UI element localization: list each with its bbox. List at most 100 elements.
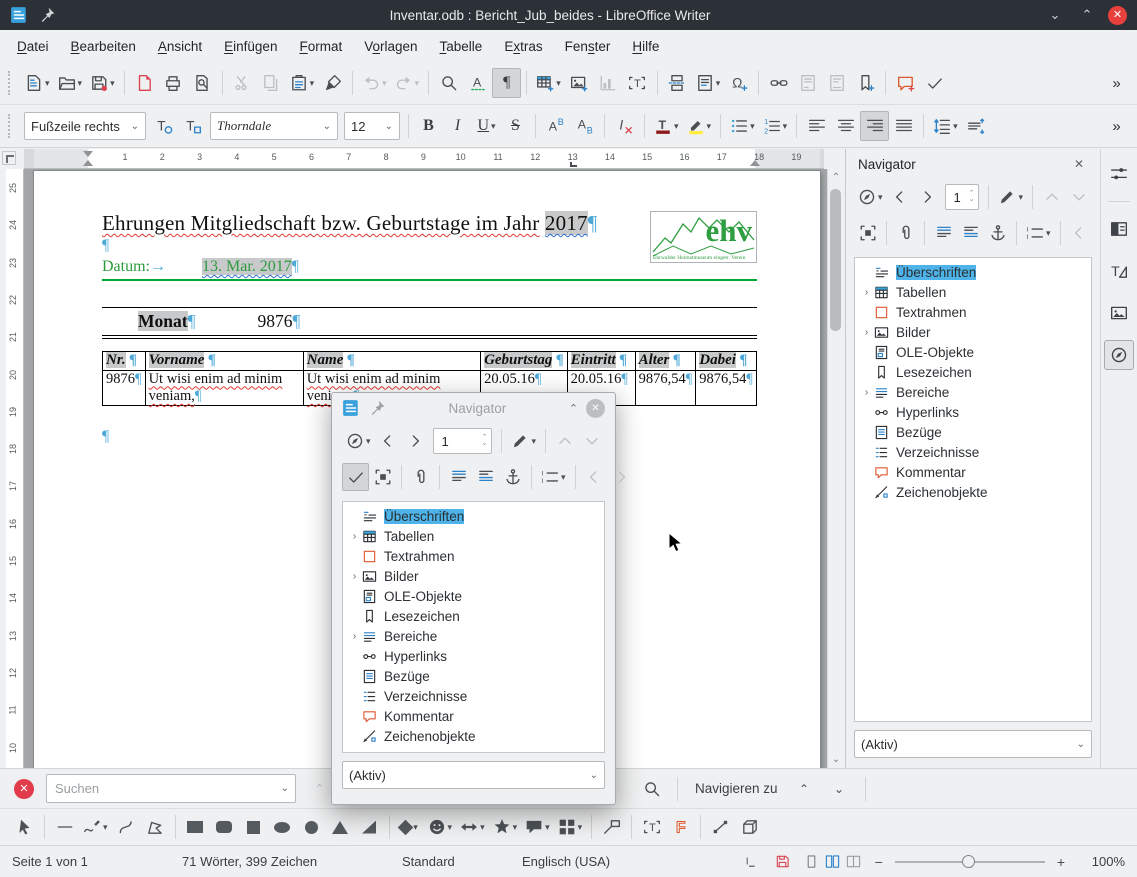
insert-textbox-draw-button[interactable]: T	[637, 812, 666, 842]
column-header[interactable]: Eintritt	[567, 352, 635, 371]
table-cell[interactable]: 9876	[103, 370, 146, 405]
date-field[interactable]: 13. Mar. 2017	[202, 258, 292, 275]
update-style-button[interactable]: T	[149, 111, 178, 141]
italic-button[interactable]: I	[443, 111, 472, 141]
minimize-button[interactable]: ⌄	[1044, 7, 1066, 23]
expander-icon[interactable]: ›	[347, 571, 362, 582]
tree-item-drawobjects[interactable]: Zeichenobjekte	[857, 482, 1089, 502]
set-reminder-button[interactable]	[892, 219, 919, 247]
expander-icon[interactable]: ›	[347, 631, 362, 642]
pin-icon[interactable]	[38, 6, 56, 24]
cut-button[interactable]	[228, 68, 257, 98]
align-center-button[interactable]	[831, 111, 860, 141]
tree-item-bookmarks[interactable]: Lesezeichen	[345, 606, 602, 626]
redo-button[interactable]: ▾	[391, 68, 424, 98]
toolbar-grip[interactable]	[8, 71, 15, 95]
gallery-deck-button[interactable]	[1104, 298, 1134, 328]
expander-icon[interactable]: ›	[859, 327, 874, 338]
ellipse-button[interactable]	[268, 812, 297, 842]
stars-banners-button[interactable]: ▾	[489, 812, 522, 842]
extrusion-button[interactable]	[735, 812, 764, 842]
insert-line-button[interactable]	[50, 812, 79, 842]
toggle-master-view-button[interactable]	[854, 219, 881, 247]
navigation-mode-combo[interactable]: (Aktiv)⌄	[854, 730, 1092, 758]
floating-navigator-titlebar[interactable]: Navigator ⌃ ✕	[340, 393, 607, 423]
menu-einfgen[interactable]: Einfügen	[213, 34, 288, 59]
tree-item-tables[interactable]: ›Tabellen	[857, 282, 1089, 302]
subscript-button[interactable]: AB	[570, 111, 599, 141]
search-field[interactable]	[53, 780, 276, 797]
highlight-color-button[interactable]: ▾	[683, 111, 716, 141]
find-and-replace-button[interactable]	[637, 774, 666, 804]
vertical-ruler[interactable]: 25242322212019181716151413121110	[6, 169, 24, 768]
align-right-button[interactable]	[860, 111, 889, 141]
copy-button[interactable]	[257, 68, 286, 98]
zoom-slider-knob[interactable]	[962, 855, 975, 868]
insert-bookmark-button[interactable]	[851, 68, 880, 98]
font-name-combo[interactable]: Thorndale⌄	[210, 112, 338, 140]
menu-bearbeiten[interactable]: Bearbeiten	[60, 34, 147, 59]
drag-mode-button[interactable]: ▾	[507, 427, 540, 455]
zoom-slider[interactable]	[895, 861, 1045, 863]
expander-icon[interactable]: ›	[859, 287, 874, 298]
tree-item-ole[interactable]: OLE-Objekte	[857, 342, 1089, 362]
year-field[interactable]: 2017	[545, 211, 588, 235]
menu-fenster[interactable]: Fenster	[554, 34, 622, 59]
underline-button[interactable]: U▾	[472, 111, 501, 141]
tree-item-hyperlinks[interactable]: Hyperlinks	[857, 402, 1089, 422]
menu-format[interactable]: Format	[288, 34, 353, 59]
menu-extras[interactable]: Extras	[493, 34, 553, 59]
undo-button[interactable]: ▾	[358, 68, 391, 98]
toolbar-grip[interactable]	[8, 114, 15, 138]
move-chapter-up-button[interactable]	[551, 427, 578, 455]
multi-page-view-icon[interactable]	[825, 854, 840, 869]
clear-formatting-button[interactable]: I	[610, 111, 639, 141]
monat-value[interactable]: 9876	[258, 311, 293, 331]
scroll-down-icon[interactable]: ⌄	[828, 754, 844, 765]
tree-item-sections[interactable]: ›Bereiche	[857, 382, 1089, 402]
curve-button[interactable]	[112, 812, 141, 842]
page-style[interactable]: Standard	[402, 854, 522, 869]
column-header[interactable]: Name	[303, 352, 480, 371]
page-number-spinbox[interactable]: 1⌃⌄	[945, 184, 980, 210]
block-arrows-button[interactable]: ▾	[456, 812, 489, 842]
insert-endnote-button[interactable]	[822, 68, 851, 98]
menu-datei[interactable]: Datei	[6, 34, 60, 59]
print-preview-button[interactable]	[188, 68, 217, 98]
heading-levels-shown-button[interactable]: II▾	[1022, 219, 1055, 247]
justified-button[interactable]	[889, 111, 918, 141]
insert-field-button[interactable]: ▾	[692, 68, 725, 98]
strikethrough-button[interactable]: S	[501, 111, 530, 141]
insert-footnote-button[interactable]	[793, 68, 822, 98]
rectangle-button[interactable]	[181, 812, 210, 842]
first-line-indent-marker[interactable]	[83, 151, 93, 157]
superscript-button[interactable]: AB	[541, 111, 570, 141]
navigation-mode-combo[interactable]: (Aktiv)⌄	[342, 761, 605, 789]
new-style-button[interactable]: T	[178, 111, 207, 141]
go-to-footer-button[interactable]	[472, 463, 499, 491]
anchor-text-button[interactable]	[499, 463, 526, 491]
scrollbar-thumb[interactable]	[830, 189, 841, 331]
tree-item-comments[interactable]: Kommentar	[857, 462, 1089, 482]
zoom-level[interactable]: 100%	[1079, 854, 1125, 869]
properties-deck-button[interactable]	[1104, 214, 1134, 244]
insert-comment-button[interactable]	[891, 68, 920, 98]
word-count[interactable]: 71 Wörter, 399 Zeichen	[182, 854, 382, 869]
basic-shapes-button[interactable]: ▾	[395, 812, 424, 842]
insert-page-break-button[interactable]	[663, 68, 692, 98]
font-size-combo[interactable]: 12⌄	[344, 112, 400, 140]
find-close-button[interactable]: ✕	[14, 779, 34, 799]
column-header[interactable]: Nr.	[103, 352, 146, 371]
move-chapter-up-button[interactable]	[1038, 183, 1065, 211]
collapse-icon[interactable]: ⌃	[569, 402, 578, 415]
toolbar-overflow-button[interactable]: »	[1102, 68, 1131, 98]
tree-item-indexes[interactable]: Verzeichnisse	[345, 686, 602, 706]
tree-item-comments[interactable]: Kommentar	[345, 706, 602, 726]
tree-item-hyperlinks[interactable]: Hyperlinks	[345, 646, 602, 666]
isosceles-triangle-button[interactable]	[326, 812, 355, 842]
spelling-button[interactable]: A	[463, 68, 492, 98]
find-replace-button[interactable]	[434, 68, 463, 98]
search-input[interactable]: ⌄	[46, 774, 296, 803]
go-to-footer-button[interactable]	[957, 219, 984, 247]
single-page-view-icon[interactable]	[804, 854, 819, 869]
